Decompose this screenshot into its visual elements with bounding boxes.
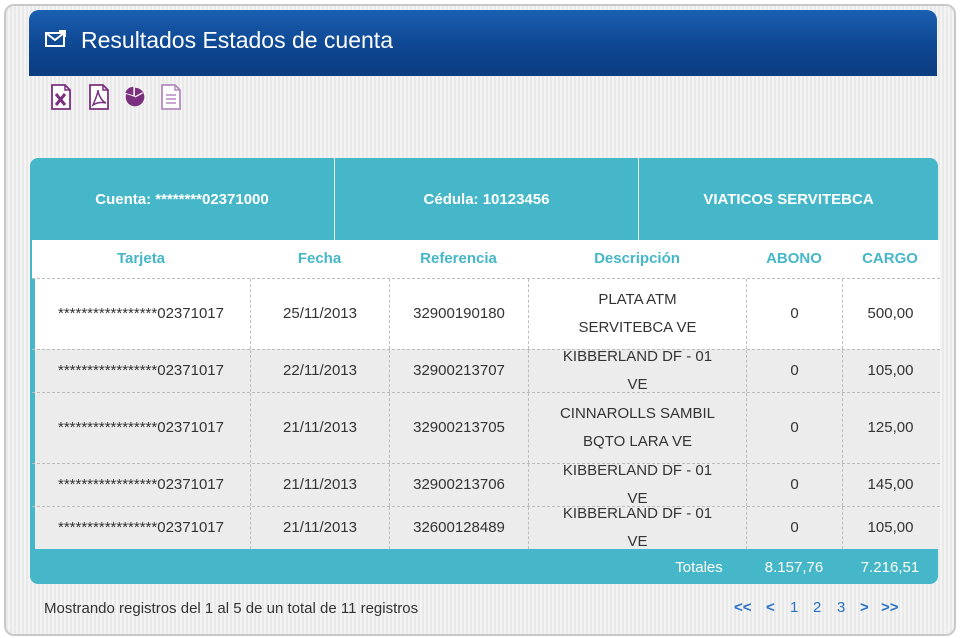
account-holder: VIATICOS SERVITEBCA bbox=[703, 190, 874, 208]
table-cell: 21/11/2013 bbox=[250, 464, 389, 506]
column-header[interactable]: Referencia bbox=[389, 240, 528, 278]
mail-icon bbox=[45, 30, 66, 47]
results-panel: Resultados Estados de cuenta Cuenta: ***… bbox=[4, 4, 956, 636]
table-cell: *****************02371017 bbox=[58, 476, 224, 493]
table-cell: KIBBERLAND DF - 01 VE bbox=[528, 505, 746, 550]
pager-page-3[interactable]: 3 bbox=[837, 599, 845, 616]
column-header[interactable]: Fecha bbox=[250, 240, 389, 278]
pager-next[interactable]: > bbox=[860, 599, 869, 616]
table-cell: 32900213705 bbox=[389, 393, 528, 463]
table-cell: *****************02371017 bbox=[58, 519, 224, 536]
column-header[interactable]: CARGO bbox=[842, 240, 938, 278]
table-cell: *****************02371017 bbox=[58, 305, 224, 322]
table-cell: PLATA ATM SERVITEBCA VE bbox=[528, 279, 746, 349]
totals-label: Totales bbox=[675, 559, 723, 576]
table-cell: *****************02371017 bbox=[58, 419, 224, 436]
statement-card: Cuenta: ********02371000 Cédula: 1012345… bbox=[30, 158, 940, 586]
table-cell: KIBBERLAND DF - 01 VE bbox=[528, 348, 746, 393]
pager-page-1[interactable]: 1 bbox=[790, 599, 798, 616]
column-header[interactable]: Tarjeta bbox=[32, 240, 250, 278]
table-cell: 25/11/2013 bbox=[250, 279, 389, 349]
column-header[interactable]: Descripción bbox=[528, 240, 746, 278]
pager-prev[interactable]: < bbox=[766, 599, 775, 616]
table-cell: 32900213707 bbox=[389, 350, 528, 392]
pdf-export-icon[interactable] bbox=[88, 84, 110, 110]
page-title: Resultados Estados de cuenta bbox=[81, 27, 393, 53]
pager-last[interactable]: >> bbox=[881, 599, 899, 616]
table-row: *****************02371017 21/11/2013 32900… bbox=[32, 462, 940, 507]
table-cell: 21/11/2013 bbox=[250, 507, 389, 549]
table-cell: 125,00 bbox=[842, 393, 938, 463]
table-cell: 32600128489 bbox=[389, 507, 528, 549]
table-cell: 32900213706 bbox=[389, 464, 528, 506]
table-cell: CINNAROLLS SAMBIL BQTO LARA VE bbox=[528, 393, 746, 463]
table-cell: 0 bbox=[746, 507, 842, 549]
account-summary: Cuenta: ********02371000 Cédula: 1012345… bbox=[30, 158, 938, 240]
table-header: Tarjeta Fecha Referencia Descripción ABO… bbox=[32, 240, 940, 278]
totals-abono: 8.157,76 bbox=[764, 559, 824, 576]
document-icon[interactable] bbox=[160, 84, 182, 110]
table-cell: 0 bbox=[746, 279, 842, 349]
pie-chart-icon[interactable] bbox=[124, 84, 146, 110]
id-number: Cédula: 10123456 bbox=[423, 190, 550, 208]
totals-row: Totales 8.157,76 7.216,51 bbox=[32, 550, 940, 586]
table-cell: 21/11/2013 bbox=[250, 393, 389, 463]
table-cell: 0 bbox=[746, 393, 842, 463]
account-number: Cuenta: ********02371000 bbox=[95, 190, 269, 208]
table-cell: 500,00 bbox=[842, 279, 938, 349]
records-info: Mostrando registros del 1 al 5 de un tot… bbox=[44, 600, 419, 617]
table-cell: 22/11/2013 bbox=[250, 350, 389, 392]
table-cell: 105,00 bbox=[842, 350, 938, 392]
column-header[interactable]: ABONO bbox=[746, 240, 842, 278]
table-row: *****************02371017 25/11/2013 32900… bbox=[32, 278, 940, 349]
excel-export-icon[interactable] bbox=[50, 84, 72, 110]
table-cell: 145,00 bbox=[842, 464, 938, 506]
table-cell: 105,00 bbox=[842, 507, 938, 549]
table-row: *****************02371017 21/11/2013 32900… bbox=[32, 392, 940, 463]
table-cell: 0 bbox=[746, 464, 842, 506]
pager-first[interactable]: << bbox=[734, 599, 752, 616]
table-row: *****************02371017 21/11/2013 32600… bbox=[32, 505, 940, 550]
panel-header: Resultados Estados de cuenta bbox=[29, 10, 937, 76]
totals-cargo: 7.216,51 bbox=[860, 559, 920, 576]
pager-page-2[interactable]: 2 bbox=[813, 599, 821, 616]
table-row: *****************02371017 22/11/2013 32900… bbox=[32, 348, 940, 393]
table-cell: *****************02371017 bbox=[58, 362, 224, 379]
table-cell: 32900190180 bbox=[389, 279, 528, 349]
table-cell: 0 bbox=[746, 350, 842, 392]
